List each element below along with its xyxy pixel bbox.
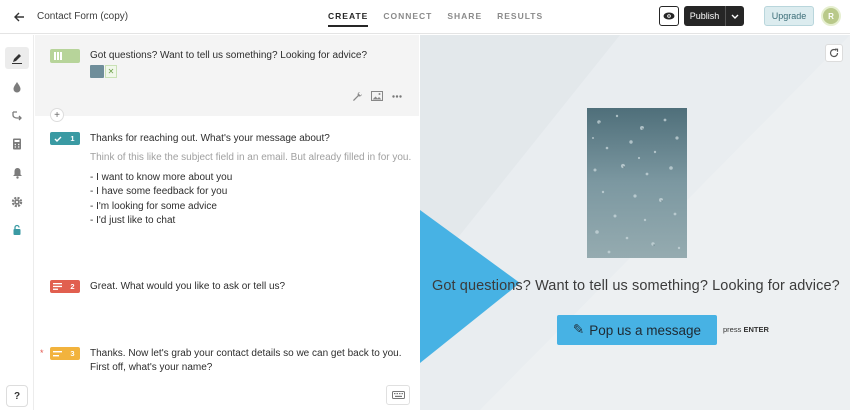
question-2-badge[interactable]: 2 [50, 280, 80, 293]
question-1-text[interactable]: Thanks for reaching out. What's your mes… [90, 132, 330, 146]
welcome-screen-badge [50, 49, 80, 63]
more-options-icon[interactable] [390, 89, 404, 103]
tab-results[interactable]: RESULTS [497, 11, 543, 27]
publish-button[interactable]: Publish [684, 6, 744, 26]
settings-gear-icon[interactable] [5, 191, 29, 213]
calculator-icon[interactable] [5, 133, 29, 155]
help-button[interactable]: ? [6, 385, 28, 407]
question-3-badge[interactable]: 3 [50, 347, 80, 360]
add-question-button[interactable]: + [50, 108, 64, 122]
upgrade-button[interactable]: Upgrade [764, 6, 814, 26]
remove-image-button[interactable]: ✕ [105, 65, 117, 78]
access-lock-icon[interactable] [5, 219, 29, 241]
welcome-screen-block[interactable]: Got questions? Want to tell us something… [35, 35, 419, 116]
question-number: 3 [70, 349, 75, 358]
preview-question-text: Got questions? Want to tell us something… [432, 278, 840, 294]
form-preview: Got questions? Want to tell us something… [420, 35, 850, 410]
pop-us-a-message-button[interactable]: ✎ Pop us a message [557, 315, 717, 345]
long-text-icon [50, 283, 65, 290]
preview-eye-button[interactable] [659, 6, 679, 26]
left-toolbar: ? [0, 35, 34, 410]
tab-create[interactable]: CREATE [328, 11, 369, 27]
press-enter-hint: press ENTER [723, 325, 769, 334]
logic-branch-icon[interactable] [5, 105, 29, 127]
choice-item[interactable]: - I'd just like to chat [90, 214, 232, 228]
short-text-icon [50, 350, 65, 357]
design-drop-icon[interactable] [5, 76, 29, 98]
main-tabs: CREATE CONNECT SHARE RESULTS [328, 11, 543, 27]
question-1-choices: - I want to know more about you - I have… [90, 171, 232, 228]
build-pencil-icon[interactable] [5, 47, 29, 69]
welcome-text[interactable]: Got questions? Want to tell us something… [90, 49, 367, 63]
welcome-image-thumbnail[interactable] [90, 65, 104, 78]
notifications-bell-icon[interactable] [5, 162, 29, 184]
check-icon [50, 136, 65, 142]
question-3-text[interactable]: Thanks. Now let's grab your contact deta… [90, 347, 402, 375]
wrench-icon[interactable] [350, 89, 364, 103]
choice-item[interactable]: - I'm looking for some advice [90, 200, 232, 214]
chevron-down-icon[interactable] [726, 14, 744, 19]
question-number: 1 [70, 134, 75, 143]
rain-window-image [587, 108, 687, 258]
pencil-icon: ✎ [572, 322, 585, 337]
top-bar: Contact Form (copy) CREATE CONNECT SHARE… [0, 0, 850, 34]
back-arrow-icon[interactable] [8, 6, 30, 28]
refresh-preview-icon[interactable] [825, 44, 843, 62]
avatar[interactable]: R [821, 6, 841, 26]
image-icon[interactable] [370, 89, 384, 103]
question-2-text[interactable]: Great. What would you like to ask or tel… [90, 280, 285, 294]
question-list: Got questions? Want to tell us something… [35, 35, 419, 410]
form-title: Contact Form (copy) [37, 11, 129, 22]
question-1-badge[interactable]: 1 [50, 132, 80, 145]
button-label: Pop us a message [589, 322, 702, 338]
choice-item[interactable]: - I have some feedback for you [90, 185, 232, 199]
eye-icon [663, 12, 675, 20]
question-3-line-1: Thanks. Now let's grab your contact deta… [90, 348, 402, 359]
required-marker: * [40, 348, 44, 358]
keyboard-icon [391, 391, 405, 399]
keyboard-shortcuts-button[interactable] [386, 385, 410, 405]
tab-share[interactable]: SHARE [447, 11, 482, 27]
choice-item[interactable]: - I want to know more about you [90, 171, 232, 185]
tab-connect[interactable]: CONNECT [383, 11, 432, 27]
hint-key: ENTER [743, 325, 769, 334]
hint-prefix: press [723, 325, 742, 334]
question-number: 2 [70, 282, 75, 291]
question-3-line-2: First off, what's your name? [90, 362, 213, 373]
question-1-description[interactable]: Think of this like the subject field in … [90, 152, 411, 163]
publish-label: Publish [689, 11, 720, 21]
